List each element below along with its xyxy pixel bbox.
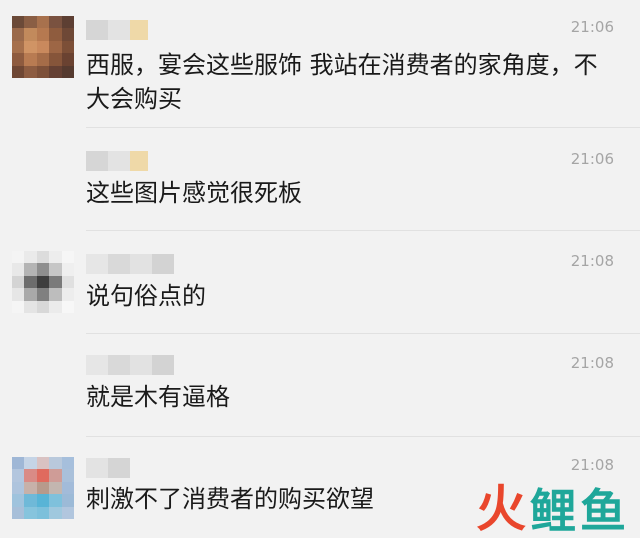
avatar[interactable] [12,251,74,313]
watermark-logo: 火 鲤 鱼 [476,484,626,534]
sender-name [86,20,148,40]
chat-message: 21:08 说句俗点的 [0,231,640,334]
timestamp: 21:08 [570,252,614,270]
timestamp: 21:06 [570,18,614,36]
chat-message: 21:06 这些图片感觉很死板 [0,128,640,231]
message-text: 这些图片感觉很死板 [86,179,302,207]
message-text: 西服，宴会这些服饰 我站在消费者的家角度，不大会购买 [86,51,598,113]
message-text: 就是木有逼格 [86,383,230,411]
watermark-char: 鲤 [530,484,576,538]
chat-message: 21:08 就是木有逼格 [0,334,640,437]
timestamp: 21:08 [570,456,614,474]
sender-name [86,355,174,375]
message-text: 说句俗点的 [86,282,206,310]
watermark-char: 鱼 [580,484,626,538]
avatar[interactable] [12,16,74,78]
timestamp: 21:08 [570,354,614,372]
sender-name [86,458,130,478]
avatar[interactable] [12,457,74,519]
sender-name [86,254,174,274]
watermark-char: 火 [476,480,526,538]
timestamp: 21:06 [570,150,614,168]
chat-message: 21:06 西服，宴会这些服饰 我站在消费者的家角度，不大会购买 [0,0,640,128]
sender-name [86,151,148,171]
